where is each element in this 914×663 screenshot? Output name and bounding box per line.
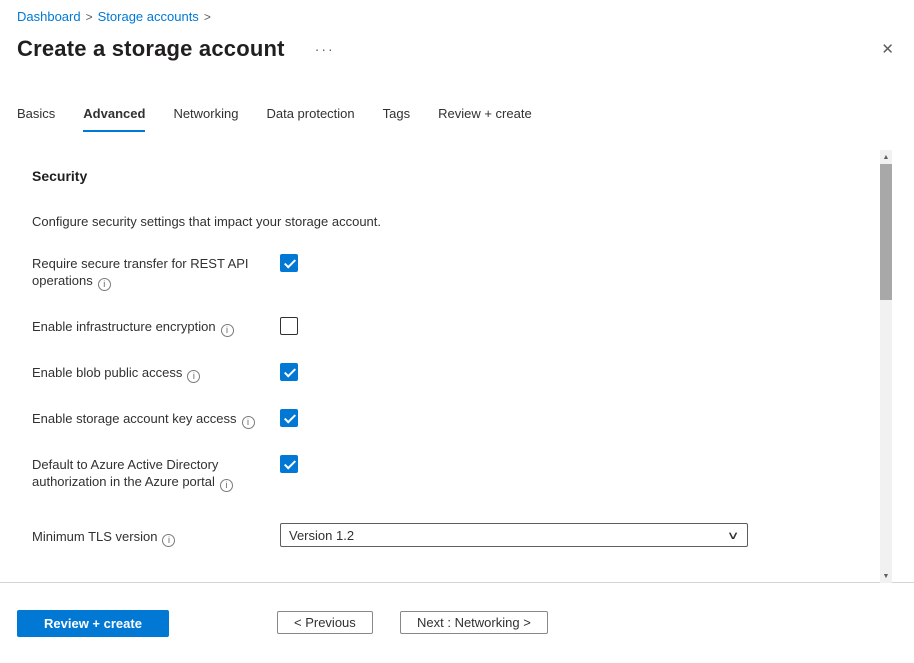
checkbox-account-key-access[interactable] [280, 409, 298, 427]
field-label: Enable storage account key accessi [32, 409, 270, 429]
info-icon[interactable]: i [98, 278, 111, 291]
wizard-tabs: Basics Advanced Networking Data protecti… [17, 106, 560, 132]
field-label: Require secure transfer for REST API ope… [32, 254, 270, 291]
previous-button[interactable]: < Previous [277, 611, 373, 634]
tab-advanced[interactable]: Advanced [83, 106, 145, 132]
info-icon[interactable]: i [221, 324, 234, 337]
wizard-footer: Review + create < Previous Next : Networ… [0, 607, 914, 663]
info-icon[interactable]: i [162, 534, 175, 547]
form-row-minimum-tls: Minimum TLS versioni Version 1.2 ∨ [0, 523, 914, 547]
tab-data-protection[interactable]: Data protection [266, 106, 354, 132]
breadcrumb: Dashboard > Storage accounts > [17, 9, 211, 24]
breadcrumb-link-storage-accounts[interactable]: Storage accounts [98, 9, 199, 24]
field-label: Default to Azure Active Directory author… [32, 455, 270, 492]
info-icon[interactable]: i [242, 416, 255, 429]
scrollbar-track[interactable] [880, 164, 892, 569]
section-heading-security: Security [32, 168, 914, 184]
tab-networking[interactable]: Networking [173, 106, 238, 132]
scroll-up-icon[interactable]: ▲ [880, 150, 892, 164]
checkbox-secure-transfer[interactable] [280, 254, 298, 272]
checkbox-blob-public-access[interactable] [280, 363, 298, 381]
section-description: Configure security settings that impact … [32, 214, 914, 229]
scrollbar-thumb[interactable] [880, 164, 892, 300]
breadcrumb-separator-icon: > [86, 10, 93, 24]
scroll-down-icon[interactable]: ▼ [880, 569, 892, 583]
breadcrumb-link-dashboard[interactable]: Dashboard [17, 9, 81, 24]
next-networking-button[interactable]: Next : Networking > [400, 611, 548, 634]
chevron-down-icon: ∨ [727, 529, 740, 542]
review-create-button[interactable]: Review + create [17, 610, 169, 637]
minimum-tls-version-select[interactable]: Version 1.2 ∨ [280, 523, 748, 547]
breadcrumb-separator-icon: > [204, 10, 211, 24]
form-row-account-key-access: Enable storage account key accessi [0, 409, 914, 429]
tab-review-create[interactable]: Review + create [438, 106, 532, 132]
vertical-scrollbar[interactable]: ▲ ▼ [880, 150, 892, 583]
info-icon[interactable]: i [220, 479, 233, 492]
security-form: Require secure transfer for REST API ope… [0, 254, 914, 547]
close-icon[interactable]: ✕ [881, 42, 894, 57]
info-icon[interactable]: i [187, 370, 200, 383]
form-row-infrastructure-encryption: Enable infrastructure encryptioni [0, 317, 914, 337]
form-row-aad-authorization: Default to Azure Active Directory author… [0, 455, 914, 492]
field-label: Minimum TLS versioni [32, 523, 270, 547]
more-options-icon[interactable]: ··· [315, 41, 335, 57]
checkbox-aad-authorization[interactable] [280, 455, 298, 473]
tab-content-advanced: Security Configure security settings tha… [0, 150, 914, 583]
form-row-secure-transfer: Require secure transfer for REST API ope… [0, 254, 914, 291]
header: Create a storage account ··· ✕ [17, 36, 894, 62]
field-label: Enable blob public accessi [32, 363, 270, 383]
tab-tags[interactable]: Tags [383, 106, 410, 132]
select-value: Version 1.2 [289, 528, 729, 543]
checkbox-infrastructure-encryption[interactable] [280, 317, 298, 335]
form-row-blob-public-access: Enable blob public accessi [0, 363, 914, 383]
field-label: Enable infrastructure encryptioni [32, 317, 270, 337]
tab-basics[interactable]: Basics [17, 106, 55, 132]
page-title: Create a storage account [17, 36, 285, 62]
